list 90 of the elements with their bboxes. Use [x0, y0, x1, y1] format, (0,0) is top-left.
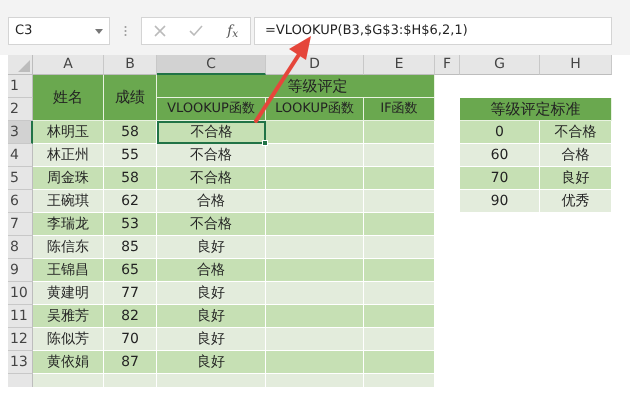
- table-cell: 不合格: [540, 121, 612, 144]
- table-cell: 62: [104, 190, 157, 213]
- formula-bar[interactable]: =VLOOKUP(B3,$G$3:$H$6,2,1): [254, 17, 612, 45]
- more-options-icon[interactable]: [124, 25, 127, 37]
- column-header[interactable]: C: [157, 55, 266, 75]
- table-header: 等级评定标准: [460, 98, 612, 121]
- table-cell: 林正州: [33, 144, 104, 167]
- row-header[interactable]: 12: [8, 328, 33, 351]
- insert-function-button[interactable]: f$_{x}$: [227, 20, 238, 42]
- table-cell: [364, 282, 435, 305]
- column-header[interactable]: D: [266, 55, 364, 75]
- table-cell: 黄依娟: [33, 351, 104, 374]
- table-cell: 55: [104, 144, 157, 167]
- table-header: 姓名: [33, 75, 104, 121]
- table-cell: 李瑞龙: [33, 213, 104, 236]
- table-header: IF函数: [364, 98, 435, 121]
- table-cell: 林明玉: [33, 121, 104, 144]
- dropdown-caret-icon[interactable]: [95, 28, 103, 34]
- row-header[interactable]: 4: [8, 144, 33, 167]
- table-cell: 黄建明: [33, 282, 104, 305]
- table-cell: 82: [104, 305, 157, 328]
- row-header[interactable]: 10: [8, 282, 33, 305]
- row-header[interactable]: 8: [8, 236, 33, 259]
- check-icon[interactable]: [189, 25, 204, 37]
- table-cell: [364, 259, 435, 282]
- table-cell: [364, 236, 435, 259]
- table-cell: 陈信东: [33, 236, 104, 259]
- table-cell: 王锦昌: [33, 259, 104, 282]
- table-cell[interactable]: 不合格: [157, 167, 266, 190]
- fill-handle[interactable]: [262, 140, 268, 146]
- table-cell: [364, 328, 435, 351]
- table-cell: [364, 190, 435, 213]
- table-cell[interactable]: 合格: [157, 259, 266, 282]
- table-cell: 53: [104, 213, 157, 236]
- table-cell[interactable]: 不合格: [157, 144, 266, 167]
- table-header: LOOKUP函数: [266, 98, 364, 121]
- table-cell: 58: [104, 121, 157, 144]
- table-header: VLOOKUP函数: [157, 98, 266, 121]
- table-header: 等级评定: [157, 75, 435, 98]
- column-header[interactable]: A: [33, 55, 104, 75]
- table-cell: 合格: [540, 144, 612, 167]
- table-cell: 85: [104, 236, 157, 259]
- table-cell[interactable]: 良好: [157, 328, 266, 351]
- table-cell: [364, 167, 435, 190]
- row-header[interactable]: 7: [8, 213, 33, 236]
- column-header[interactable]: H: [540, 55, 612, 75]
- table-cell: 王碗琪: [33, 190, 104, 213]
- row-header[interactable]: 5: [8, 167, 33, 190]
- table-cell[interactable]: 合格: [157, 190, 266, 213]
- table-cell: 70: [104, 328, 157, 351]
- table-cell: 0: [460, 121, 540, 144]
- column-header[interactable]: G: [460, 55, 540, 75]
- table-cell: 周金珠: [33, 167, 104, 190]
- table-cell: 65: [104, 259, 157, 282]
- table-cell: 良好: [540, 167, 612, 190]
- table-cell: 70: [460, 167, 540, 190]
- row-header[interactable]: 3: [8, 121, 33, 144]
- table-cell[interactable]: 不合格: [157, 213, 266, 236]
- table-cell[interactable]: 不合格: [157, 121, 266, 144]
- table-cell: [364, 121, 435, 144]
- select-all-icon[interactable]: [18, 60, 30, 72]
- table-cell: 60: [460, 144, 540, 167]
- table-cell: 90: [460, 190, 540, 213]
- table-cell: 77: [104, 282, 157, 305]
- row-header[interactable]: 1: [8, 75, 33, 98]
- table-cell: 优秀: [540, 190, 612, 213]
- table-cell[interactable]: 良好: [157, 305, 266, 328]
- name-box[interactable]: C3: [8, 17, 110, 45]
- column-header[interactable]: F: [435, 55, 460, 75]
- table-cell: [364, 144, 435, 167]
- column-header[interactable]: E: [364, 55, 435, 75]
- table-cell[interactable]: 良好: [157, 351, 266, 374]
- table-cell: [364, 305, 435, 328]
- row-header[interactable]: 6: [8, 190, 33, 213]
- cell-reference: C3: [15, 22, 32, 40]
- table-cell: 87: [104, 351, 157, 374]
- table-cell: [364, 351, 435, 374]
- row-header[interactable]: 13: [8, 351, 33, 374]
- table-cell: 58: [104, 167, 157, 190]
- column-header[interactable]: B: [104, 55, 157, 75]
- table-cell[interactable]: 良好: [157, 236, 266, 259]
- table-cell: 吴雅芳: [33, 305, 104, 328]
- table-cell: 陈似芳: [33, 328, 104, 351]
- table-header: 成绩: [104, 75, 157, 121]
- row-header[interactable]: 9: [8, 259, 33, 282]
- table-cell[interactable]: 良好: [157, 282, 266, 305]
- table-cell: [364, 213, 435, 236]
- row-header[interactable]: 11: [8, 305, 33, 328]
- cancel-icon[interactable]: [154, 25, 166, 37]
- row-header[interactable]: 2: [8, 98, 33, 121]
